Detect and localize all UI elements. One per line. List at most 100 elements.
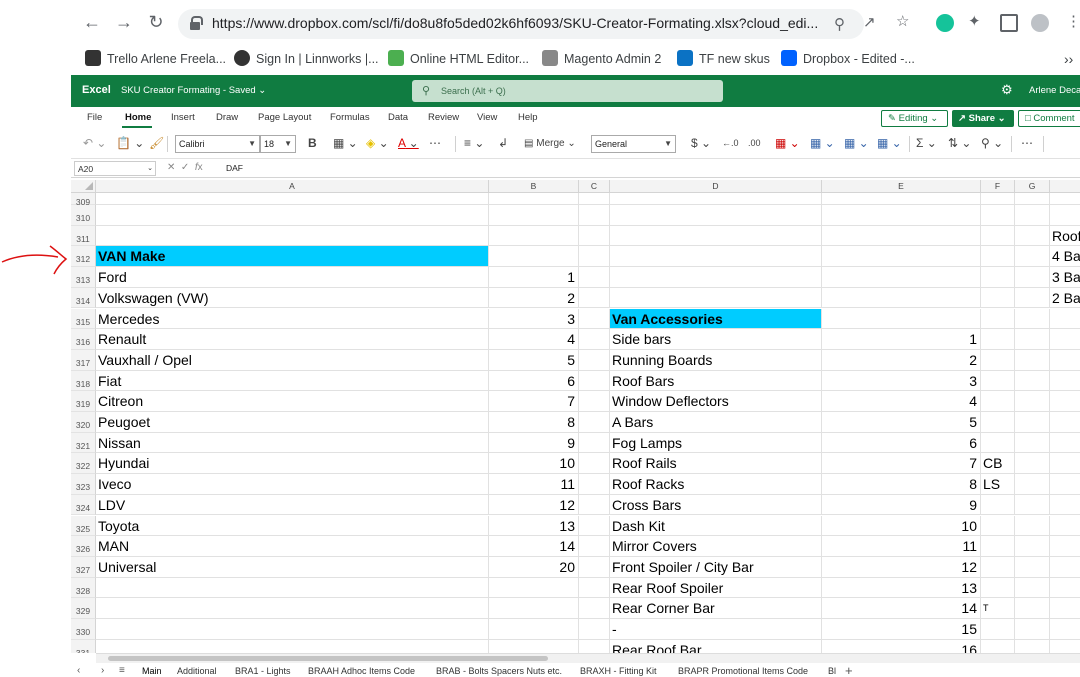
cell-B-315[interactable]: 3: [489, 308, 579, 330]
cell-H-324[interactable]: [1050, 495, 1080, 516]
row-header[interactable]: 316: [71, 329, 96, 350]
cell-D-317[interactable]: Running Boards: [610, 349, 822, 371]
cell-A-323[interactable]: Iveco: [96, 474, 489, 495]
share-page-icon[interactable]: ↗: [863, 13, 876, 31]
font-name-dropdown[interactable]: Calibri ▼: [175, 135, 260, 153]
cell-C-309[interactable]: [579, 193, 610, 205]
cell-E-329[interactable]: 14: [822, 598, 981, 619]
sheet-tab-partial[interactable]: Bl: [828, 666, 838, 676]
cell-G-326[interactable]: [1015, 536, 1050, 557]
cell-D-329[interactable]: Rear Corner Bar: [610, 598, 822, 619]
sheet-list-icon[interactable]: ≡: [119, 665, 125, 676]
bookmark-trello[interactable]: Trello Arlene Freela...: [85, 49, 226, 69]
cell-D-314[interactable]: [610, 287, 822, 309]
cell-B-322[interactable]: 10: [489, 453, 579, 475]
cell-F-309[interactable]: [981, 193, 1015, 205]
cell-C-322[interactable]: [579, 453, 610, 475]
row-header[interactable]: 331: [71, 639, 96, 653]
cell-G-325[interactable]: [1015, 515, 1050, 537]
cell-B-312[interactable]: [489, 246, 579, 268]
tab-file[interactable]: File: [87, 112, 102, 123]
cell-F-326[interactable]: [981, 536, 1015, 557]
cell-C-318[interactable]: [579, 370, 610, 392]
cell-E-326[interactable]: 11: [822, 536, 981, 557]
menu-dots-icon[interactable]: ⋮: [1066, 12, 1080, 30]
cell-D-328[interactable]: Rear Roof Spoiler: [610, 577, 822, 599]
cell-G-328[interactable]: [1015, 577, 1050, 599]
cell-H-327[interactable]: [1050, 557, 1080, 578]
cell-D-312[interactable]: [610, 246, 822, 268]
column-header[interactable]: A: [96, 180, 489, 193]
cell-A-327[interactable]: Universal: [96, 556, 489, 578]
cell-H-317[interactable]: [1050, 350, 1080, 371]
cell-E-317[interactable]: 2: [822, 349, 981, 371]
cell-B-313[interactable]: 1: [489, 267, 579, 288]
cell-B-318[interactable]: 6: [489, 370, 579, 392]
row-header[interactable]: 325: [71, 515, 96, 537]
tab-data[interactable]: Data: [388, 112, 408, 123]
tab-page-layout[interactable]: Page Layout: [258, 112, 311, 123]
search-input[interactable]: ⚲ Search (Alt + Q): [412, 80, 723, 102]
cell-E-319[interactable]: 4: [822, 391, 981, 412]
cell-B-311[interactable]: [489, 225, 579, 247]
more-options-icon[interactable]: ⋯: [1021, 136, 1033, 150]
cell-F-325[interactable]: [981, 515, 1015, 537]
cell-B-309[interactable]: [489, 193, 579, 205]
cell-C-323[interactable]: [579, 474, 610, 495]
cell-B-320[interactable]: 8: [489, 412, 579, 433]
cell-A-313[interactable]: Ford: [96, 267, 489, 288]
cell-F-318[interactable]: [981, 370, 1015, 392]
cell-E-315[interactable]: [822, 308, 981, 330]
back-icon[interactable]: ←: [80, 10, 104, 34]
currency-icon[interactable]: $ ⌄: [691, 136, 711, 150]
cell-B-323[interactable]: 11: [489, 474, 579, 495]
cell-F-323[interactable]: LS: [981, 474, 1015, 495]
cell-F-317[interactable]: [981, 349, 1015, 371]
cell-H-325[interactable]: [1050, 516, 1080, 537]
formula-input[interactable]: DAF: [226, 163, 243, 173]
cell-F-320[interactable]: [981, 412, 1015, 433]
increase-decimal-icon[interactable]: .00: [748, 138, 761, 148]
cell-E-323[interactable]: 8: [822, 474, 981, 495]
column-header[interactable]: C: [579, 180, 610, 193]
cell-B-319[interactable]: 7: [489, 391, 579, 412]
cell-C-317[interactable]: [579, 349, 610, 371]
cell-G-319[interactable]: [1015, 391, 1050, 412]
row-header[interactable]: 314: [71, 287, 96, 309]
cell-F-331[interactable]: [981, 639, 1015, 653]
cell-E-327[interactable]: 12: [822, 556, 981, 578]
row-header[interactable]: 327: [71, 556, 96, 578]
cell-G-314[interactable]: [1015, 287, 1050, 309]
cell-A-326[interactable]: MAN: [96, 536, 489, 557]
cell-H-315[interactable]: [1050, 309, 1080, 330]
cell-G-320[interactable]: [1015, 412, 1050, 433]
cell-D-313[interactable]: [610, 267, 822, 288]
select-all-corner[interactable]: [71, 180, 96, 193]
cell-H-316[interactable]: [1050, 329, 1080, 350]
cell-A-309[interactable]: [96, 193, 489, 205]
cell-G-318[interactable]: [1015, 370, 1050, 392]
cell-H-310[interactable]: [1050, 205, 1080, 226]
cell-E-318[interactable]: 3: [822, 370, 981, 392]
forward-icon[interactable]: →: [112, 10, 136, 34]
more-font-options-icon[interactable]: ⋯: [429, 136, 441, 150]
cell-B-331[interactable]: [489, 639, 579, 653]
cell-A-328[interactable]: [96, 577, 489, 599]
bookmark-magento[interactable]: Magento Admin 2: [542, 49, 661, 69]
cell-A-316[interactable]: Renault: [96, 329, 489, 350]
cell-B-316[interactable]: 4: [489, 329, 579, 350]
app-name[interactable]: Excel: [82, 84, 111, 96]
cell-F-313[interactable]: [981, 267, 1015, 288]
cell-E-322[interactable]: 7: [822, 453, 981, 475]
formula-icons[interactable]: ✕ ✓ fx: [167, 162, 203, 173]
cell-A-320[interactable]: Peugoet: [96, 412, 489, 433]
cell-E-316[interactable]: 1: [822, 329, 981, 350]
row-header[interactable]: 318: [71, 370, 96, 392]
zoom-icon[interactable]: ⚲: [834, 15, 845, 33]
url-text[interactable]: https://www.dropbox.com/scl/fi/do8u8fo5d…: [212, 15, 818, 31]
cell-D-310[interactable]: [610, 205, 822, 226]
cell-G-309[interactable]: [1015, 193, 1050, 205]
sheet-tab-braah[interactable]: BRAAH Adhoc Items Code: [308, 666, 415, 676]
gear-icon[interactable]: ⚙: [1001, 82, 1013, 98]
cell-H-322[interactable]: [1050, 453, 1080, 475]
